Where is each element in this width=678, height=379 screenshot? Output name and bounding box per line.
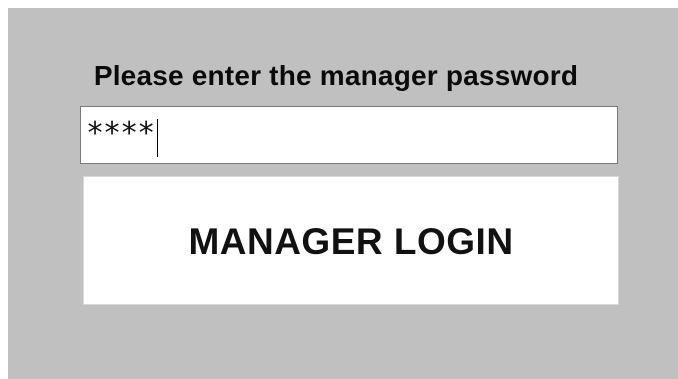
manager-login-button-label: MANAGER LOGIN xyxy=(188,220,514,262)
password-input[interactable]: **** xyxy=(80,106,618,164)
text-caret xyxy=(157,119,159,157)
manager-login-panel: Please enter the manager password **** M… xyxy=(8,8,678,379)
password-masked-value: **** xyxy=(86,115,155,151)
manager-login-button[interactable]: MANAGER LOGIN xyxy=(83,176,619,305)
password-prompt: Please enter the manager password xyxy=(93,60,579,91)
